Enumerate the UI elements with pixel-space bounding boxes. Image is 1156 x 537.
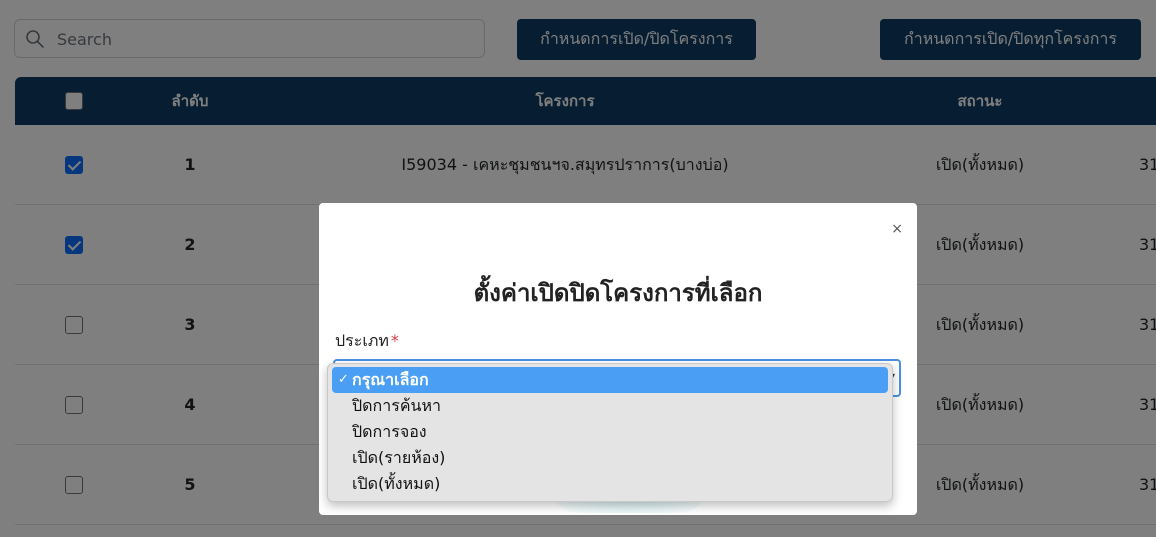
close-icon[interactable]: × xyxy=(891,221,903,237)
option-label: กรุณาเลือก xyxy=(352,370,429,389)
page: กำหนดการเปิด/ปิดโครงการ กำหนดการเปิด/ปิด… xyxy=(0,0,1156,537)
modal-title: ตั้งค่าเปิดปิดโครงการที่เลือก xyxy=(473,279,763,307)
dropdown-option[interactable]: เปิด(ทั้งหมด) xyxy=(332,471,888,497)
type-field-label: ประเภท * xyxy=(335,329,399,354)
dropdown-option[interactable]: ✓ กรุณาเลือก xyxy=(332,367,888,393)
dropdown-option[interactable]: ปิดการจอง xyxy=(332,419,888,445)
option-label: ปิดการค้นหา xyxy=(352,396,441,415)
type-dropdown-list: ✓ กรุณาเลือกปิดการค้นหาปิดการจองเปิด(รายห… xyxy=(327,363,893,502)
checkmark-icon: ✓ xyxy=(338,372,349,387)
option-label: ปิดการจอง xyxy=(352,422,427,441)
option-label: เปิด(ทั้งหมด) xyxy=(352,474,441,493)
option-label: เปิด(รายห้อง) xyxy=(352,448,446,467)
dropdown-option[interactable]: ปิดการค้นหา xyxy=(332,393,888,419)
required-mark: * xyxy=(390,331,399,350)
type-label-text: ประเภท xyxy=(335,331,389,350)
dropdown-option[interactable]: เปิด(รายห้อง) xyxy=(332,445,888,471)
